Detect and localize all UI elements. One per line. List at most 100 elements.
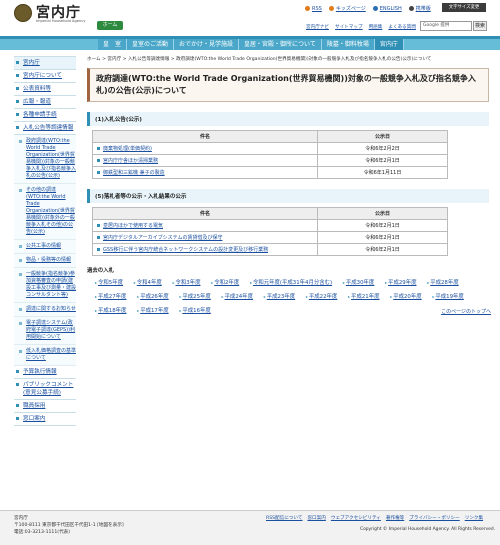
sidebar-item-procurement[interactable]: 入札公告等調達情報 (14, 122, 76, 135)
footer-link-accessibility[interactable]: ウェブアクセシビリティ (331, 515, 381, 521)
rss-link[interactable]: RSS (312, 6, 322, 12)
year-link[interactable]: 令和3年度 (172, 276, 200, 290)
footer-link-privacy[interactable]: プライバシー・ポリシー (409, 515, 459, 521)
sidebar-item-about[interactable]: 宮内庁について (14, 70, 76, 83)
glossary-link[interactable]: 用語集 (369, 24, 383, 30)
footer-link-links[interactable]: リンク集 (465, 515, 483, 521)
year-link[interactable]: 令和元年度(平成31年4月分含む) (250, 276, 332, 290)
kids-icon (328, 6, 334, 11)
globe-icon (372, 6, 378, 11)
font-size-button[interactable]: 文字サイズ変更 (442, 3, 486, 12)
year-link[interactable]: 平成29年度 (385, 276, 416, 290)
sidebar-subitem-low-bid[interactable]: 低入札価格調査の基準について (14, 345, 76, 366)
top-links: RSS キッズページ ENGLISH 携帯版 (305, 5, 431, 12)
year-link[interactable]: 平成28年度 (427, 276, 458, 290)
faq-link[interactable]: よくある質問 (388, 24, 416, 30)
sidebar-item-press[interactable]: 広報・報道 (14, 96, 76, 109)
year-link[interactable]: 平成23年度 (264, 290, 295, 304)
table-header-subject: 件名 (92, 207, 318, 220)
mobile-icon (408, 6, 414, 11)
breadcrumb[interactable]: ホーム > 宮内庁 > 入札公告等調達情報 > 政府調達(WTO:the Wor… (87, 56, 432, 62)
footer-link-contact[interactable]: 窓口案内 (307, 515, 325, 521)
year-link[interactable]: 令和2年度 (211, 276, 239, 290)
result-link[interactable]: 皇居内ほかで使用する電気 (103, 223, 163, 229)
result-date: 令和6年2月1日 (317, 231, 448, 244)
tender-link[interactable]: 廃棄物処理(単価契約) (103, 146, 152, 152)
global-nav: 皇 室 皇室のご活動 おでかけ・見学施設 皇居・宮殿・御所について 陵墓・御料牧… (0, 36, 500, 50)
tenders-table: 件名 公示日 廃棄物処理(単価契約) 令和6年2月2日 宮内庁庁舎ほか清掃業務 … (92, 130, 448, 179)
result-date: 令和6年2月1日 (317, 243, 448, 256)
gnav-agency[interactable]: 宮内庁 (374, 39, 404, 50)
footer-links: RSS配信について 窓口案内 ウェブアクセシビリティ 著作権等 プライバシー・ポ… (266, 515, 483, 521)
sidebar-subitem-public-works[interactable]: 公共工事の情報 (14, 240, 76, 254)
past-tenders-title: 過去の入札 (87, 268, 114, 274)
footer-link-rss[interactable]: RSS配信について (266, 515, 302, 521)
sidebar-item-applications[interactable]: 各種申請手続 (14, 109, 76, 122)
table-row: 廃棄物処理(単価契約) 令和6年2月2日 (92, 142, 448, 155)
result-link[interactable]: GSS移行に伴う宮内庁統合ネットワークシステムの設計変更及び移行業務 (103, 247, 268, 253)
tender-date: 令和6年2月1日 (317, 154, 448, 167)
kids-link[interactable]: キッズページ (336, 5, 366, 12)
home-button[interactable]: ホーム (97, 21, 123, 30)
sidebar: 宮内庁 宮内庁について 公表資料等 広報・報道 各種申請手続 入札公告等調達情報… (14, 56, 76, 506)
navi-link[interactable]: 宮内庁ナビ (306, 24, 329, 30)
gnav-mausolea[interactable]: 陵墓・御料牧場 (321, 39, 375, 50)
site-logo[interactable]: 宮内庁 Imperial Household Agency (14, 3, 104, 27)
sidebar-subitem-other[interactable]: その他の調達(WTO:the World Trade Organization(… (14, 184, 76, 240)
english-link[interactable]: ENGLISH (380, 6, 402, 12)
search-input[interactable]: Google 提供 (420, 21, 472, 31)
table-row: GSS移行に伴う宮内庁統合ネットワークシステムの設計変更及び移行業務 令和6年2… (92, 243, 448, 256)
year-link[interactable]: 平成16年度 (179, 304, 210, 318)
gnav-palace[interactable]: 皇居・宮殿・御所について (239, 39, 322, 50)
sitemap-link[interactable]: サイトマップ (335, 24, 363, 30)
page-top-link[interactable]: このページのトップへ (441, 308, 491, 315)
tender-link[interactable]: 宮内庁庁舎ほか清掃業務 (103, 158, 158, 164)
sidebar-item-contact[interactable]: 窓口案内 (14, 413, 76, 426)
year-link[interactable]: 平成27年度 (95, 290, 126, 304)
sidebar-subitem-qualification[interactable]: 一般競争(指名競争)参加資格審査の申請(建設工事及び測量・建設コンサルタント等) (14, 268, 76, 303)
section-tenders-title: (1)入札公告(公示) (87, 112, 489, 126)
year-link[interactable]: 平成19年度 (432, 290, 463, 304)
table-row: 宮内庁デジタルアーカイブシステムの賃貸借及び保守 令和6年2月1日 (92, 231, 448, 244)
gnav-activities[interactable]: 皇室のご活動 (127, 39, 175, 50)
sidebar-item-recruitment[interactable]: 職員採用 (14, 400, 76, 413)
result-date: 令和6年2月1日 (317, 219, 448, 232)
mobile-link[interactable]: 携帯版 (416, 5, 431, 12)
sub-links: 宮内庁ナビ サイトマップ 用語集 よくある質問 (306, 24, 416, 30)
sidebar-subitem-goods[interactable]: 物品・役務等の情報 (14, 254, 76, 268)
year-link[interactable]: 平成25年度 (179, 290, 210, 304)
gnav-imperial-family[interactable]: 皇 室 (98, 39, 128, 50)
section-results-title: (5)落札者等の公示・入札結果の公示 (87, 189, 489, 203)
sidebar-subitem-notices[interactable]: 調達に関するお知らせ (14, 303, 76, 317)
sidebar-item-budget[interactable]: 予算執行情報 (14, 366, 76, 379)
table-header-subject: 件名 (92, 130, 318, 143)
sidebar-subitem-geps[interactable]: 電子調達システム(政府電子調達(GEPS))利用開始について (14, 317, 76, 345)
year-link[interactable]: 平成21年度 (348, 290, 379, 304)
table-header-date: 公示日 (317, 130, 448, 143)
sidebar-item-publications[interactable]: 公表資料等 (14, 83, 76, 96)
year-link[interactable]: 令和4年度 (134, 276, 162, 290)
year-link[interactable]: 平成22年度 (306, 290, 337, 304)
year-link[interactable]: 平成20年度 (390, 290, 421, 304)
sidebar-item-agency[interactable]: 宮内庁 (14, 56, 76, 70)
gnav-visits[interactable]: おでかけ・見学施設 (174, 39, 240, 50)
sidebar-subitem-wto[interactable]: 政府調達(WTO:the World Trade Organization(世界… (14, 135, 76, 184)
main-content: 政府調達(WTO:the World Trade Organization(世界… (87, 68, 489, 318)
year-link[interactable]: 平成26年度 (137, 290, 168, 304)
sidebar-item-public-comment[interactable]: パブリックコメント(意見公募手続) (14, 379, 76, 400)
search-button[interactable]: 検索 (473, 21, 487, 31)
table-row: 御鉄型和三鉱機 兼子の製造 令和6年1月11日 (92, 166, 448, 179)
footer-link-copyright[interactable]: 著作権等 (386, 515, 404, 521)
rss-icon (305, 6, 310, 11)
year-link[interactable]: 平成18年度 (95, 304, 126, 318)
footer-address: 宮内庁 〒100-8111 東京都千代田区千代田1-1 [地図を表示] 電話:0… (14, 516, 124, 535)
page-title: 政府調達(WTO:the World Trade Organization(世界… (87, 68, 489, 102)
year-link[interactable]: 平成30年度 (343, 276, 374, 290)
tender-link[interactable]: 御鉄型和三鉱機 兼子の製造 (103, 170, 165, 176)
site-subtitle: Imperial Household Agency (36, 19, 86, 23)
year-link[interactable]: 平成24年度 (222, 290, 253, 304)
year-link[interactable]: 令和5年度 (95, 276, 123, 290)
result-link[interactable]: 宮内庁デジタルアーカイブシステムの賃貸借及び保守 (103, 235, 222, 241)
past-tenders: 過去の入札 令和5年度 令和4年度 令和3年度 令和2年度 令和元年度(平成31… (87, 266, 489, 318)
year-link[interactable]: 平成17年度 (137, 304, 168, 318)
